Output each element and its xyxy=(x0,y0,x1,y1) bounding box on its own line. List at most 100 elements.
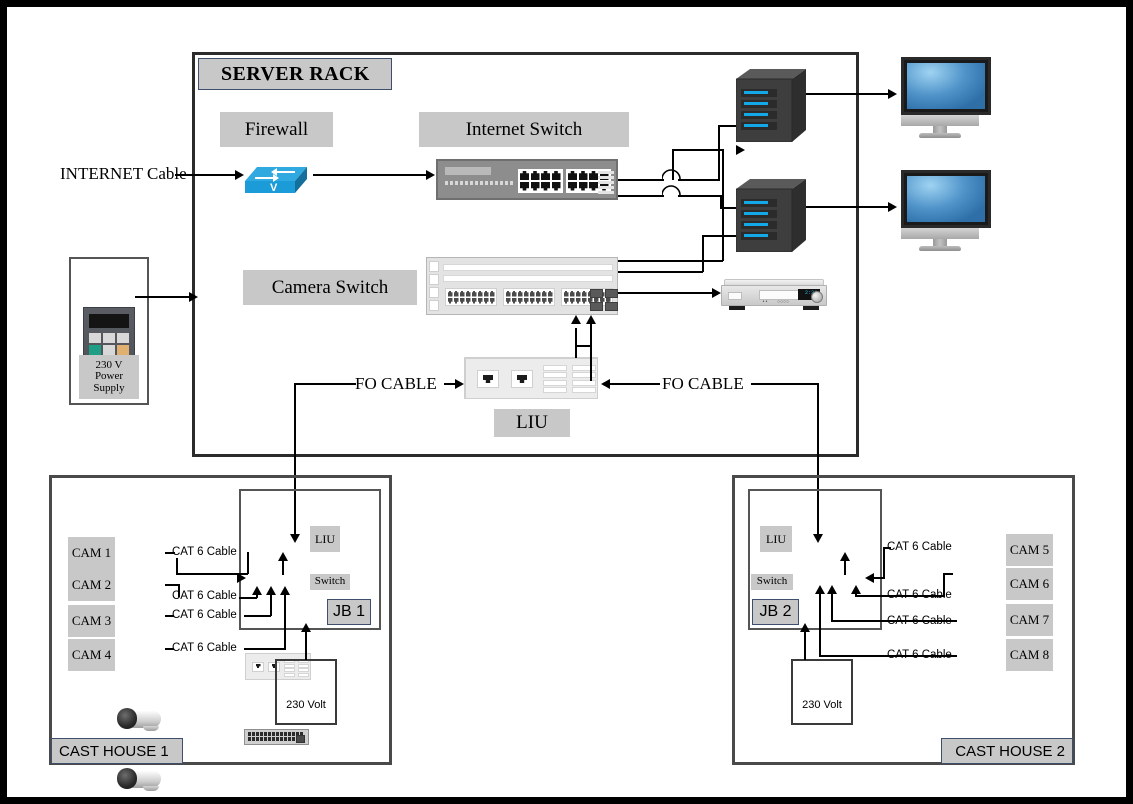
psu-line-3: Supply xyxy=(93,381,125,394)
liu-to-csw-line-b3 xyxy=(590,320,592,360)
ch2-volt-enclosure xyxy=(791,659,853,725)
ch2-cam7-line-v xyxy=(831,591,833,621)
apple-logo-icon:  xyxy=(936,115,944,126)
camera-switch-uplink-4 xyxy=(605,302,618,311)
csw-to-server-line-a3 xyxy=(672,149,724,151)
ch1-cam1-line-v xyxy=(247,552,249,574)
ch2-cam5-cable-label: CAT 6 Cable xyxy=(887,541,952,553)
ch1-cam2-line-h1 xyxy=(165,584,179,586)
ch1-cam4-line-h2 xyxy=(244,648,286,650)
server1-to-monitor-arrow xyxy=(888,89,897,99)
ch1-cam2-line-h2 xyxy=(239,597,257,599)
cast-house-2-title-box: CAST HOUSE 2 xyxy=(941,738,1073,764)
ch2-switch-to-liu-line xyxy=(844,559,846,575)
ch2-cam7-arrow xyxy=(827,585,837,594)
cast-house-2-title: CAST HOUSE 2 xyxy=(955,742,1065,760)
server2-to-monitor-arrow xyxy=(888,202,897,212)
ch2-volt-line xyxy=(804,629,806,660)
csw-to-server-line-a1 xyxy=(618,260,723,262)
ch1-liu-label: LIU xyxy=(310,526,340,552)
server-rack-title-box: SERVER RACK xyxy=(198,58,392,90)
ch2-cam5-line-v xyxy=(883,547,885,578)
firewall-to-switch-arrow xyxy=(426,170,435,180)
imac-monitor-1:  xyxy=(901,57,991,138)
fo-left-arrow xyxy=(455,379,464,389)
ch2-liu-label: LIU xyxy=(760,526,792,552)
camera-switch-uplink-3 xyxy=(590,302,603,311)
jb1-label: JB 1 xyxy=(332,603,365,620)
liu-to-csw-line-a1 xyxy=(575,328,577,358)
imac-monitor-2:  xyxy=(901,170,991,251)
jb1-label-box: JB 1 xyxy=(327,599,371,625)
ch2-cam6-arrow xyxy=(851,585,861,594)
server1-to-monitor-line xyxy=(806,93,892,95)
ch2-cam6-line-h2 xyxy=(855,595,945,597)
camera-switch-ports-2 xyxy=(503,288,555,306)
ch1-camera-2-icon xyxy=(117,766,167,794)
firewall-label: Firewall xyxy=(220,112,333,147)
ch1-cam1-line-v2 xyxy=(176,558,178,574)
server2-to-monitor-line xyxy=(806,206,892,208)
internet-cable-arrow xyxy=(235,170,244,180)
firewall-to-switch-line xyxy=(313,174,427,176)
camera-switch-uplink-2 xyxy=(605,289,618,298)
csw-to-server-line-b1 xyxy=(618,271,703,273)
ch1-cam2-cable-label: CAT 6 Cable xyxy=(172,590,237,602)
isw-to-server-line-a1 xyxy=(618,179,664,181)
camera-switch-device xyxy=(426,257,618,315)
ch1-cam3-cable-label: CAT 6 Cable xyxy=(172,609,237,621)
ch2-cam6-label: CAM 6 xyxy=(1006,568,1053,600)
ch2-cam8-label: CAM 8 xyxy=(1006,639,1053,671)
ch1-cam4-arrow xyxy=(280,586,290,595)
psu-to-rack-arrow xyxy=(189,292,198,302)
fo-right-line-h2 xyxy=(751,383,819,385)
fo-cable-right-label: FO CABLE xyxy=(662,374,744,393)
ch1-volt-line xyxy=(305,629,307,660)
ch2-switch-to-liu-arrow xyxy=(840,552,850,561)
svg-text:V: V xyxy=(270,182,278,193)
ch2-volt-label: 230 Volt xyxy=(802,699,842,711)
psu-to-rack-line xyxy=(135,296,193,298)
apple-logo-icon:  xyxy=(936,228,944,239)
rack-liu-panel xyxy=(464,357,598,399)
ch1-cam1-line-h xyxy=(165,552,175,554)
fo-right-line-h1 xyxy=(610,383,660,385)
isw-to-server-line-b1 xyxy=(618,195,664,197)
ch1-cam3-label: CAM 3 xyxy=(68,605,115,637)
isw-to-server-line-a3 xyxy=(718,125,720,180)
server-tower-2 xyxy=(735,177,806,253)
jb2-label-box: JB 2 xyxy=(752,599,799,625)
isw-to-server-line-b2 xyxy=(678,195,722,197)
csw-server1-arrow xyxy=(736,145,745,155)
csw-to-server-line-a2 xyxy=(722,149,724,261)
ch2-cam8-line-v xyxy=(819,591,821,656)
server-rack-title: SERVER RACK xyxy=(221,62,370,85)
csw-to-dvr-arrow xyxy=(712,288,721,298)
ch2-cam5-line-h2 xyxy=(873,577,885,579)
isw-to-server-line-a2 xyxy=(678,179,720,181)
camera-switch-ports-1 xyxy=(445,288,497,306)
power-supply-label: 230 V Power Supply xyxy=(79,355,139,399)
ch1-cam2-label: CAM 2 xyxy=(68,569,115,601)
ch2-cam8-line-h2 xyxy=(819,655,946,657)
ch2-cam5-label: CAM 5 xyxy=(1006,534,1053,566)
internet-switch-label: Internet Switch xyxy=(419,112,629,147)
ch1-cam4-line-h xyxy=(165,648,174,650)
liu-port-2 xyxy=(511,370,533,388)
ch2-cam6-line-v1 xyxy=(943,573,945,595)
liu-slot-col-2 xyxy=(572,365,596,393)
diagram-canvas: SERVER RACK Firewall V INTERNET Cable In… xyxy=(0,0,1133,804)
liu-slot-col-1 xyxy=(543,365,567,393)
csw-to-dvr-line xyxy=(618,292,716,294)
ch1-liu-port-1 xyxy=(252,662,264,672)
ch1-volt-label: 230 Volt xyxy=(286,699,326,711)
internet-cable-line xyxy=(175,174,237,176)
liu-port-1 xyxy=(477,370,499,388)
ch1-cam1-arrow xyxy=(237,573,246,583)
ch2-switch-label: Switch xyxy=(751,574,793,590)
fo-right-arrow xyxy=(601,379,610,389)
switch-port-block-1 xyxy=(518,169,563,193)
rack-liu-label: LIU xyxy=(494,409,570,437)
csw-to-server-line-a4 xyxy=(672,149,674,180)
cable-hop-2 xyxy=(662,185,681,196)
